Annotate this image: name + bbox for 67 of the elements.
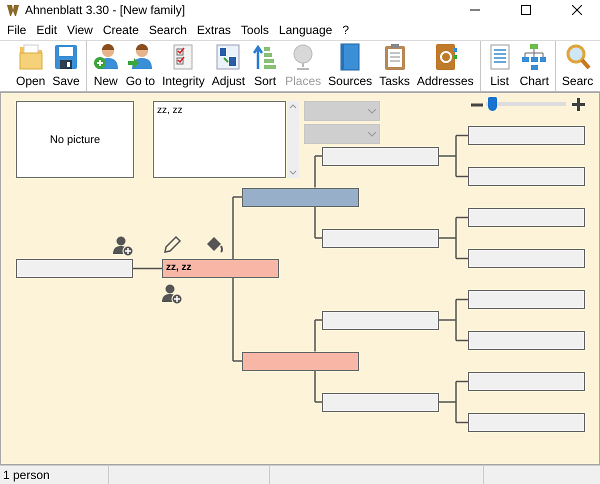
window-title: Ahnenblatt 3.30 - [New family] [25,3,186,17]
person-box[interactable] [322,228,439,248]
slider-thumb[interactable] [488,97,497,111]
add-person-icon[interactable] [162,284,182,304]
name-list[interactable]: zz, zz [153,101,286,178]
person-box[interactable] [468,208,585,227]
person-box[interactable]: zz, zz [162,259,279,278]
person-box[interactable] [468,249,585,268]
person-box[interactable] [242,352,359,370]
person-box[interactable] [468,372,585,391]
menu-item[interactable]: View [62,23,98,37]
paint-bucket-icon[interactable] [205,235,225,255]
list-item[interactable]: zz, zz [157,105,282,116]
person-arrow-icon [127,43,154,71]
person-box[interactable] [468,331,585,350]
toolbar-button[interactable]: Addresses [414,41,477,91]
menu-item[interactable]: File [2,23,32,37]
pencil-icon[interactable] [162,235,182,255]
status-text: 1 person [0,466,109,484]
menu-item[interactable]: Create [98,23,144,37]
toolbar-button[interactable]: Sort [249,41,282,91]
person-box[interactable] [468,167,585,186]
connector-line [438,380,469,424]
add-person-icon[interactable] [113,236,133,256]
person-box[interactable] [322,146,439,166]
maximize-icon[interactable] [521,5,531,15]
menu-item[interactable]: Search [144,23,192,37]
menu-item[interactable]: Extras [192,23,236,37]
plus-icon[interactable] [572,98,585,111]
person-box[interactable] [322,392,439,412]
search-icon [564,43,591,71]
sort-icon [252,43,278,71]
chevron-down-icon [368,132,376,136]
person-box[interactable] [468,126,585,145]
chevron-down-icon [368,108,376,114]
connector-line [133,268,162,270]
close-icon[interactable] [572,5,582,15]
person-box[interactable] [16,259,133,278]
connector-line [438,216,469,260]
photo-field: No picture [16,101,134,178]
connector-line [438,134,469,178]
menu-item[interactable]: Tools [236,23,274,37]
toolbar-button[interactable]: List [484,41,516,91]
person-box[interactable] [322,310,439,330]
person-box[interactable] [468,290,585,309]
connector-line [438,298,469,342]
toolbar-button[interactable]: Save [49,41,83,91]
swap-icon [215,43,242,71]
person-add-icon [92,43,119,71]
scrollbar[interactable] [287,101,299,178]
toolbar-button[interactable]: Searc [558,41,596,91]
folder-icon [18,43,44,71]
toolbar-button[interactable]: Tasks [376,41,413,91]
toolbar-button[interactable]: New [90,41,122,91]
toolbar-button[interactable]: Adjust [208,41,248,91]
toolbar-button[interactable]: Chart [516,41,552,91]
toolbar-button[interactable]: Sources [325,41,376,91]
toolbar-button[interactable]: Integrity [159,41,208,91]
menu-item[interactable]: ? [337,23,354,37]
person-box[interactable] [468,413,585,432]
app-logo-icon [6,3,20,17]
menu-item[interactable]: Edit [31,23,62,37]
person-box[interactable] [242,188,359,206]
toolbar-button[interactable]: Go to [122,41,158,91]
menu-item[interactable]: Language [274,23,338,37]
toolbar-button[interactable]: Open [13,41,48,91]
org-chart-icon [521,43,548,71]
